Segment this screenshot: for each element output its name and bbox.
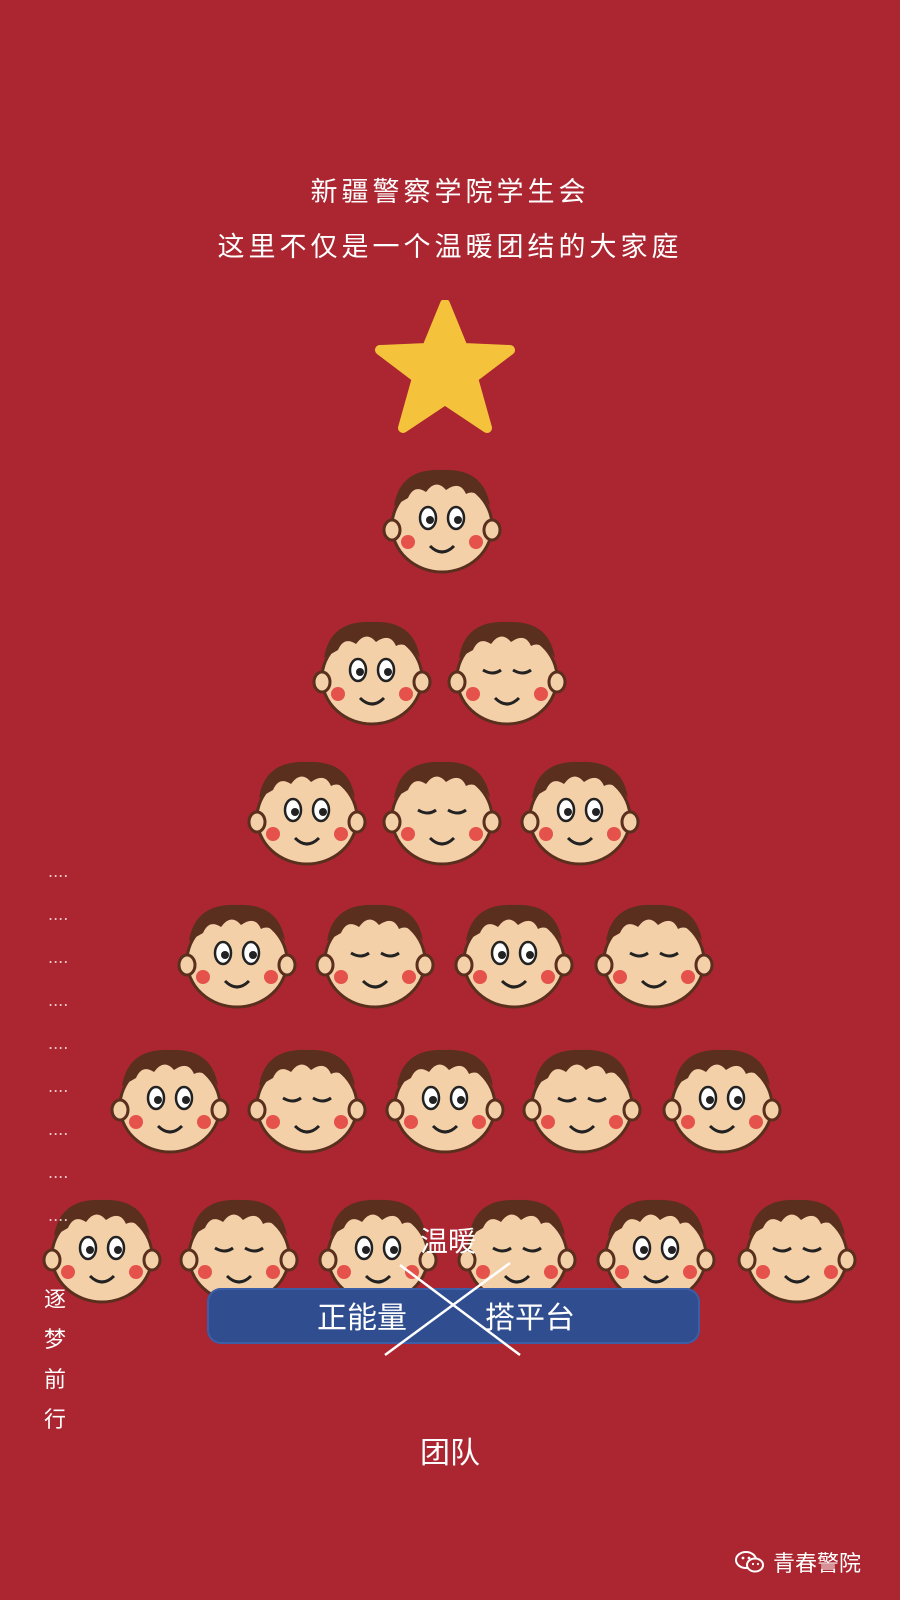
dots-row: .... xyxy=(48,1120,69,1139)
dots-row: .... xyxy=(48,1034,69,1053)
vertical-char: 前 xyxy=(43,1368,66,1393)
vertical-char: 逐 xyxy=(43,1288,66,1313)
cartoon-face-icon xyxy=(737,1199,857,1304)
cartoon-face-icon xyxy=(594,904,714,1009)
vertical-slogan: 逐 梦 前 行 xyxy=(40,1282,70,1434)
dots-row: .... xyxy=(48,948,69,967)
header-line-2: 这里不仅是一个温暖团结的大家庭 xyxy=(217,232,683,263)
cartoon-face-icon xyxy=(247,1049,367,1154)
cartoon-face-icon xyxy=(312,621,432,726)
wechat-watermark: 青春警院 xyxy=(735,1546,861,1578)
word-warm: 温暖 xyxy=(420,1225,477,1258)
dotted-column: .... .... .... .... .... .... .... .... … xyxy=(48,862,78,1249)
cartoon-face-icon xyxy=(247,761,367,866)
cartoon-face-icon xyxy=(522,1049,642,1154)
wechat-icon xyxy=(735,1551,764,1573)
cartoon-face-icon xyxy=(177,904,297,1009)
cross-lines-icon xyxy=(384,1261,521,1357)
dots-row: .... xyxy=(48,1077,69,1096)
cartoon-face-icon xyxy=(520,761,640,866)
star-icon xyxy=(375,300,515,433)
cartoon-face-icon xyxy=(385,1049,505,1154)
dots-row: .... xyxy=(48,862,69,881)
dots-row: .... xyxy=(48,991,69,1010)
dots-row: .... xyxy=(48,1206,69,1225)
cartoon-face-icon xyxy=(382,469,502,574)
vertical-char: 梦 xyxy=(43,1328,66,1353)
cartoon-face-icon xyxy=(454,904,574,1009)
header-line-1: 新疆警察学院学生会 xyxy=(310,177,590,208)
cartoon-face-icon xyxy=(315,904,435,1009)
vertical-char: 行 xyxy=(43,1408,66,1433)
word-team: 团队 xyxy=(420,1436,480,1471)
cartoon-face-icon xyxy=(662,1049,782,1154)
cartoon-face-icon xyxy=(382,761,502,866)
cartoon-face-icon xyxy=(110,1049,230,1154)
dots-row: .... xyxy=(48,1163,69,1182)
cartoon-face-icon xyxy=(447,621,567,726)
wechat-account-name: 青春警院 xyxy=(773,1552,862,1577)
dots-row: .... xyxy=(48,905,69,924)
